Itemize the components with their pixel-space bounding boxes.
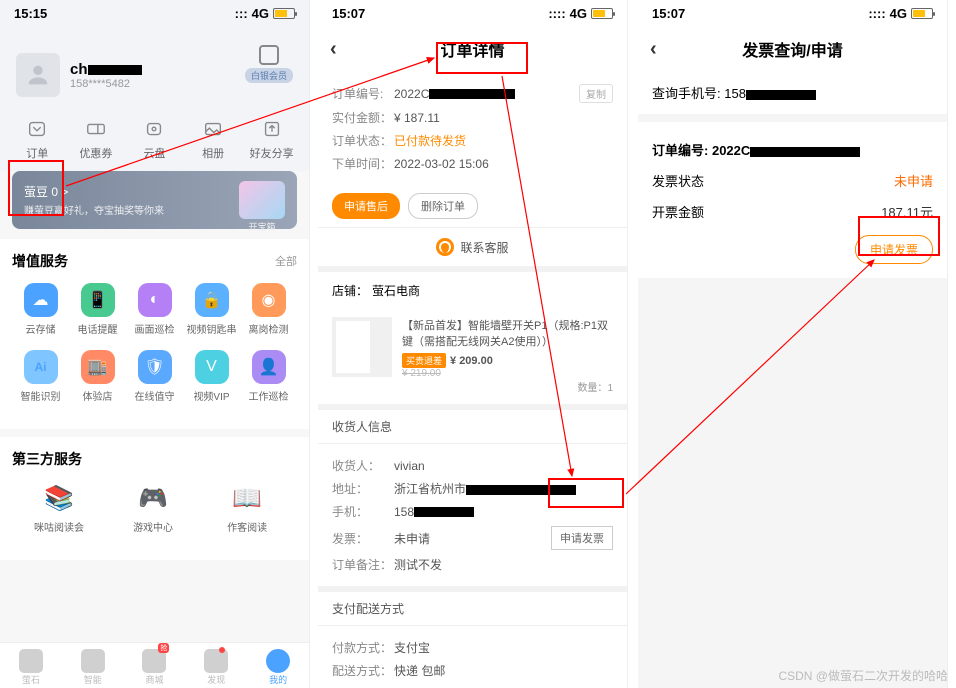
page-header: ‹ 发票查询/申请: [638, 27, 947, 71]
invoice-status: 未申请: [894, 171, 933, 190]
vas-more[interactable]: 全部: [275, 253, 297, 269]
user-phone: 158****5482: [70, 78, 142, 90]
status-bar: 15:07 :::: 4G: [638, 0, 947, 27]
tab-home[interactable]: 萤石: [0, 649, 62, 686]
page-title: 订单详情: [440, 37, 504, 61]
vas-key[interactable]: 🔒视频钥匙串: [183, 283, 240, 336]
watermark: CSDN @做萤石二次开发的哈哈: [778, 667, 948, 684]
product-image: [332, 317, 392, 377]
shipping-header: 支付配送方式: [318, 586, 627, 626]
vas-vip[interactable]: V视频VIP: [183, 350, 240, 403]
page-title: 发票查询/申请: [742, 37, 842, 61]
tab-bar: 萤石 智能 抢商城 发现 我的: [0, 642, 309, 688]
recipient-header: 收货人信息: [318, 404, 627, 444]
vas-shop[interactable]: 🏬体验店: [69, 350, 126, 403]
username: ch: [70, 61, 88, 78]
menu-share[interactable]: 好友分享: [242, 117, 301, 161]
profile-header: ch 158****5482 白银会员: [0, 27, 309, 101]
vas-title: 增值服务: [12, 251, 68, 271]
menu-orders[interactable]: 订单: [8, 117, 67, 161]
quick-menu: 订单 优惠券 云盘 相册 好友分享: [0, 101, 309, 171]
tab-smart[interactable]: 智能: [62, 649, 124, 686]
page-header: ‹ 订单详情: [318, 27, 627, 71]
status-bar: 15:15 ::: 4G: [0, 0, 309, 27]
time: 15:07: [652, 6, 685, 21]
vas-away[interactable]: ◉离岗检测: [240, 283, 297, 336]
contact-service[interactable]: 联系客服: [318, 227, 627, 272]
vas-phone[interactable]: 📱电话提醒: [69, 283, 126, 336]
order-info: 订单编号:2022C复制 实付金额：¥ 187.11 订单状态：已付款待发货 下…: [318, 71, 627, 185]
status-bar: 15:07 :::: 4G: [318, 0, 627, 27]
vas-patrol[interactable]: ◐画面巡检: [126, 283, 183, 336]
third-party-section: 第三方服务 📚咪咕阅读会 🎮游戏中心 📖作客阅读: [0, 437, 309, 560]
third-migu[interactable]: 📚咪咕阅读会: [12, 481, 106, 534]
back-icon[interactable]: ‹: [330, 38, 337, 61]
vas-work[interactable]: 👤工作巡检: [240, 350, 297, 403]
phone-order-detail: 15:07 :::: 4G ‹ 订单详情 订单编号:2022C复制 实付金额：¥…: [318, 0, 628, 688]
time: 15:07: [332, 6, 365, 21]
vas-guard[interactable]: 🛡在线值守: [126, 350, 183, 403]
time: 15:15: [14, 6, 47, 21]
invoice-amount: 187.11元: [881, 202, 933, 221]
third-game[interactable]: 🎮游戏中心: [106, 481, 200, 534]
product-row[interactable]: 【新品首发】智能墙壁开关P1（规格:P1双键（需搭配无线网关A2使用）） 买贵退…: [318, 309, 627, 404]
apply-invoice-button[interactable]: 申请发票: [551, 526, 613, 550]
after-sale-button[interactable]: 申请售后: [332, 193, 400, 219]
apply-invoice-button[interactable]: 申请发票: [855, 235, 933, 264]
avatar[interactable]: [16, 53, 60, 97]
phone-invoice: 15:07 :::: 4G ‹ 发票查询/申请 查询手机号: 158 订单编号:…: [638, 0, 948, 688]
treasure-box-icon: [239, 181, 285, 219]
shop-row[interactable]: 店铺：萤石电商: [318, 272, 627, 309]
invoice-card: 订单编号: 2022C 发票状态未申请 开票金额187.11元 申请发票: [638, 122, 947, 278]
tab-mine[interactable]: 我的: [247, 649, 309, 686]
copy-button[interactable]: 复制: [579, 84, 613, 103]
vas-ai[interactable]: Ai智能识别: [12, 350, 69, 403]
third-read[interactable]: 📖作客阅读: [200, 481, 294, 534]
menu-coupons[interactable]: 优惠券: [67, 117, 126, 161]
menu-album[interactable]: 相册: [184, 117, 243, 161]
scan-icon[interactable]: [259, 45, 279, 65]
vas-section: 增值服务 全部 ☁云存储 📱电话提醒 ◐画面巡检 🔒视频钥匙串 ◉离岗检测 Ai智…: [0, 239, 309, 429]
member-badge: 白银会员: [245, 68, 293, 83]
signal: ::: 4G: [235, 6, 295, 21]
delete-order-button[interactable]: 删除订单: [408, 193, 478, 219]
tab-mall[interactable]: 抢商城: [124, 649, 186, 686]
vas-cloud[interactable]: ☁云存储: [12, 283, 69, 336]
back-icon[interactable]: ‹: [650, 38, 657, 61]
headset-icon: [436, 238, 454, 256]
tab-discover[interactable]: 发现: [185, 649, 247, 686]
battery-icon: [273, 8, 295, 19]
product-name: 【新品首发】智能墙壁开关P1（规格:P1双键（需搭配无线网关A2使用））: [402, 317, 613, 349]
third-title: 第三方服务: [12, 449, 82, 469]
battery-icon: [911, 8, 933, 19]
phone-profile: 15:15 ::: 4G ch 158****5482 白银会员 订单 优惠券 …: [0, 0, 310, 688]
battery-icon: [591, 8, 613, 19]
yingdou-banner[interactable]: 萤豆 0 >赚萤豆赢好礼，夺宝抽奖等你来 开宝箱: [12, 171, 297, 229]
query-phone-card: 查询手机号: 158: [638, 71, 947, 114]
redaction: [88, 65, 142, 75]
menu-cloud[interactable]: 云盘: [125, 117, 184, 161]
order-status: 已付款待发货: [394, 132, 613, 149]
